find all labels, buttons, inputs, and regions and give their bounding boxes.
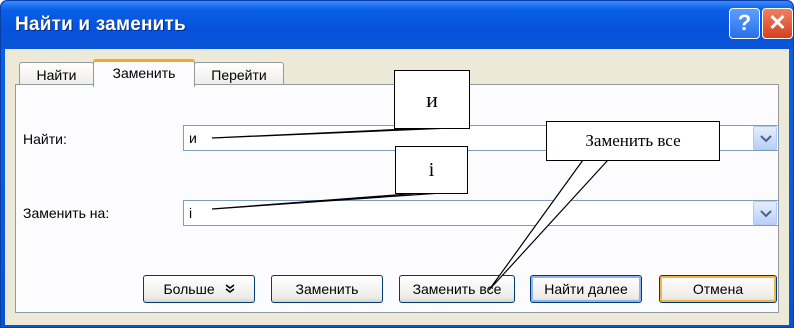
- callout-replace-all-text: Заменить все: [585, 131, 681, 150]
- callout-replace-char: і: [395, 146, 468, 194]
- callout-replace-char-text: і: [428, 159, 435, 181]
- callout-pointer-replace: [211, 192, 442, 210]
- callout-pointer-replace-all: [488, 159, 610, 291]
- tab-replace[interactable]: Заменить: [93, 59, 195, 87]
- tab-label-replace: Заменить: [112, 65, 176, 81]
- callout-find-char: и: [394, 70, 470, 129]
- callout-replace-all: Заменить все: [546, 121, 720, 161]
- callout-find-char-text: и: [426, 87, 438, 112]
- callout-pointer-find: [211, 127, 452, 139]
